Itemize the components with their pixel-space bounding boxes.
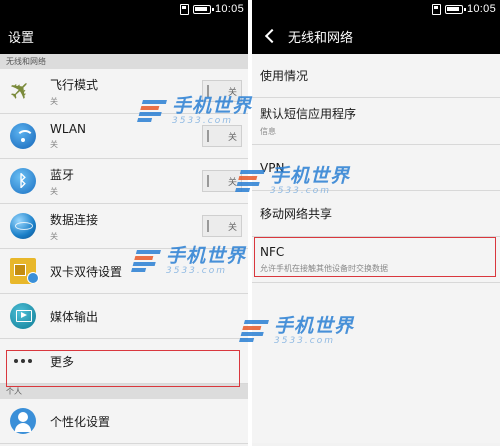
bluetooth-icon (10, 168, 36, 194)
setting-default-sms[interactable]: 默认短信应用程序 信息 (252, 98, 500, 145)
clock: 10:05 (214, 3, 244, 15)
watermark-name: 手机世界 (172, 95, 253, 117)
page-title: 设置 (8, 30, 35, 46)
section-header-wireless: 无线和网络 (0, 54, 248, 69)
back-arrow-icon[interactable] (264, 26, 278, 46)
empty-area (252, 283, 500, 443)
mobile-data-icon (10, 213, 36, 239)
setting-summary: 允许手机在接触其他设备时交换数据 (260, 264, 388, 273)
more-dots-icon (10, 348, 36, 374)
watermark-logo-icon (131, 250, 165, 272)
page-title: 无线和网络 (288, 30, 354, 46)
battery-icon (444, 4, 466, 14)
setting-title: 使用情况 (260, 69, 309, 83)
settings-app-bar: 设置 (0, 18, 248, 54)
watermark-domain: 3533.com (172, 116, 233, 126)
dual-sim-icon (10, 258, 39, 284)
person-icon (10, 408, 36, 434)
watermark-logo-icon (137, 100, 171, 122)
watermark-logo-icon (239, 320, 273, 342)
status-bar: 10:05 (0, 0, 248, 18)
watermark-domain: 3533.com (166, 266, 227, 276)
sim-card-icon (179, 3, 189, 15)
mobile-data-toggle[interactable]: 关 (202, 215, 242, 237)
settings-screen: 10:05 设置 无线和网络 飞行模式 关 关 WLAN 关 关 蓝牙 关 关 … (0, 0, 248, 446)
setting-bluetooth[interactable]: 蓝牙 关 关 (0, 159, 248, 204)
media-output-icon (10, 303, 36, 329)
setting-mobile-data[interactable]: 数据连接 关 关 (0, 204, 248, 249)
setting-personalize[interactable]: 个性化设置 (0, 399, 248, 444)
watermark-logo-icon (235, 170, 269, 192)
setting-title: NFC (260, 245, 285, 259)
watermark-name: 手机世界 (166, 245, 247, 267)
watermark: 手机世界 3533.com (137, 95, 253, 126)
section-header-personal: 个人 (0, 384, 248, 399)
setting-title: 默认短信应用程序 (260, 107, 357, 121)
wlan-toggle[interactable]: 关 (202, 125, 242, 147)
setting-title: 移动网络共享 (260, 207, 333, 221)
setting-title: 更多 (50, 354, 75, 369)
watermark-domain: 3533.com (274, 336, 335, 346)
setting-more[interactable]: 更多 (0, 339, 248, 384)
watermark-name: 手机世界 (270, 165, 351, 187)
setting-nfc[interactable]: NFC 允许手机在接触其他设备时交换数据 (252, 237, 500, 283)
clock: 10:05 (466, 3, 496, 15)
watermark: 手机世界 3533.com (235, 165, 351, 196)
setting-media-output[interactable]: 媒体输出 (0, 294, 248, 339)
watermark: 手机世界 3533.com (131, 245, 247, 276)
wireless-network-screen: 10:05 无线和网络 使用情况 默认短信应用程序 信息 VPN 移动网络共享 … (252, 0, 500, 446)
watermark-name: 手机世界 (274, 315, 355, 337)
setting-tethering[interactable]: 移动网络共享 (252, 191, 500, 237)
setting-title: 媒体输出 (50, 309, 99, 324)
setting-summary: 信息 (260, 127, 276, 136)
setting-usage[interactable]: 使用情况 (252, 54, 500, 98)
airplane-icon (10, 78, 36, 104)
status-bar: 10:05 (252, 0, 500, 18)
wireless-app-bar: 无线和网络 (252, 18, 500, 54)
sim-card-icon (431, 3, 441, 15)
wifi-icon (10, 123, 36, 149)
battery-icon (192, 4, 214, 14)
watermark-domain: 3533.com (270, 186, 331, 196)
watermark: 手机世界 3533.com (239, 315, 355, 346)
setting-title: 个性化设置 (50, 414, 111, 429)
